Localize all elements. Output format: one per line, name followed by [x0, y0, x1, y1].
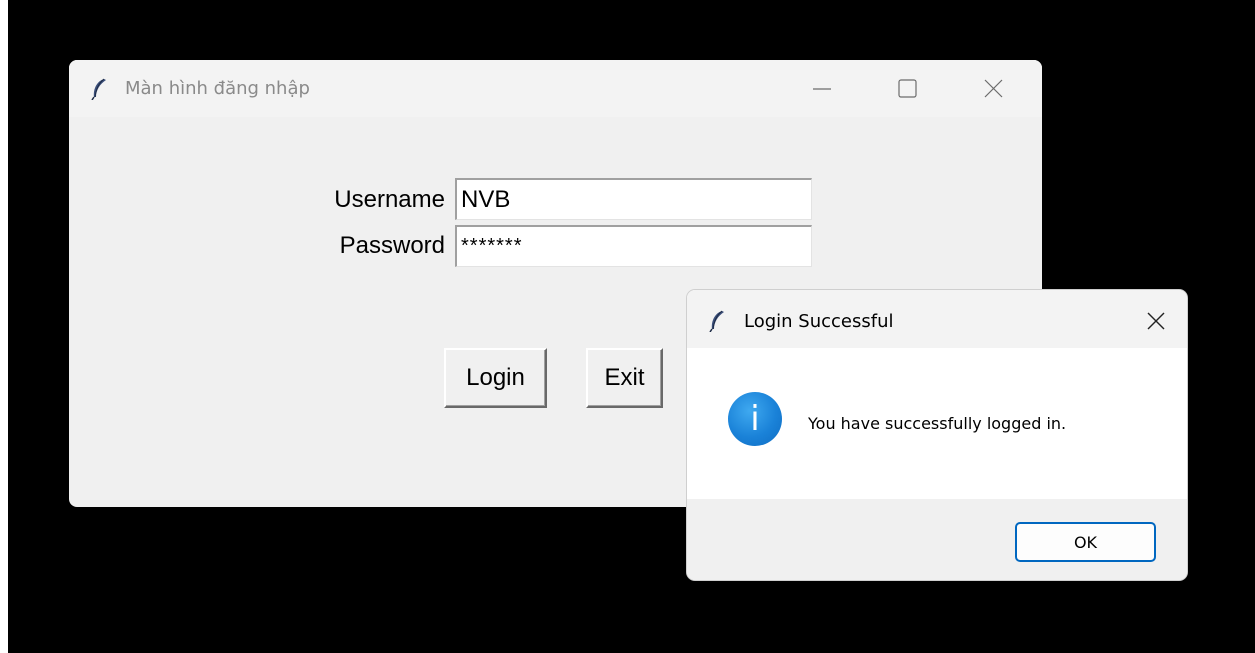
feather-icon — [91, 78, 106, 100]
dialog-close-button[interactable] — [1142, 307, 1170, 335]
login-button[interactable]: Login — [444, 348, 547, 408]
close-icon — [984, 79, 1003, 98]
password-label: Password — [339, 232, 445, 259]
login-successful-dialog: Login Successful i You have successfully… — [687, 290, 1187, 580]
close-button[interactable] — [973, 72, 1013, 106]
ok-button[interactable]: OK — [1015, 522, 1156, 562]
dialog-title: Login Successful — [744, 311, 894, 332]
dialog-message: You have successfully logged in. — [808, 414, 1067, 433]
minimize-button[interactable] — [802, 72, 842, 106]
dialog-body: i You have successfully logged in. — [687, 348, 1187, 499]
minimize-icon — [813, 88, 831, 90]
dialog-titlebar[interactable]: Login Successful — [687, 290, 1187, 348]
username-input[interactable] — [455, 178, 812, 220]
close-icon — [1147, 312, 1165, 330]
password-input[interactable] — [455, 225, 812, 267]
maximize-icon — [898, 79, 917, 98]
username-label: Username — [334, 186, 445, 213]
screen-edge — [0, 0, 8, 653]
login-window-title: Màn hình đăng nhập — [125, 78, 310, 99]
exit-button[interactable]: Exit — [586, 348, 663, 408]
dialog-footer: OK — [687, 499, 1187, 580]
feather-icon — [709, 310, 724, 332]
info-icon: i — [728, 392, 782, 446]
login-window-titlebar[interactable]: Màn hình đăng nhập — [69, 60, 1042, 117]
maximize-button[interactable] — [887, 72, 927, 106]
